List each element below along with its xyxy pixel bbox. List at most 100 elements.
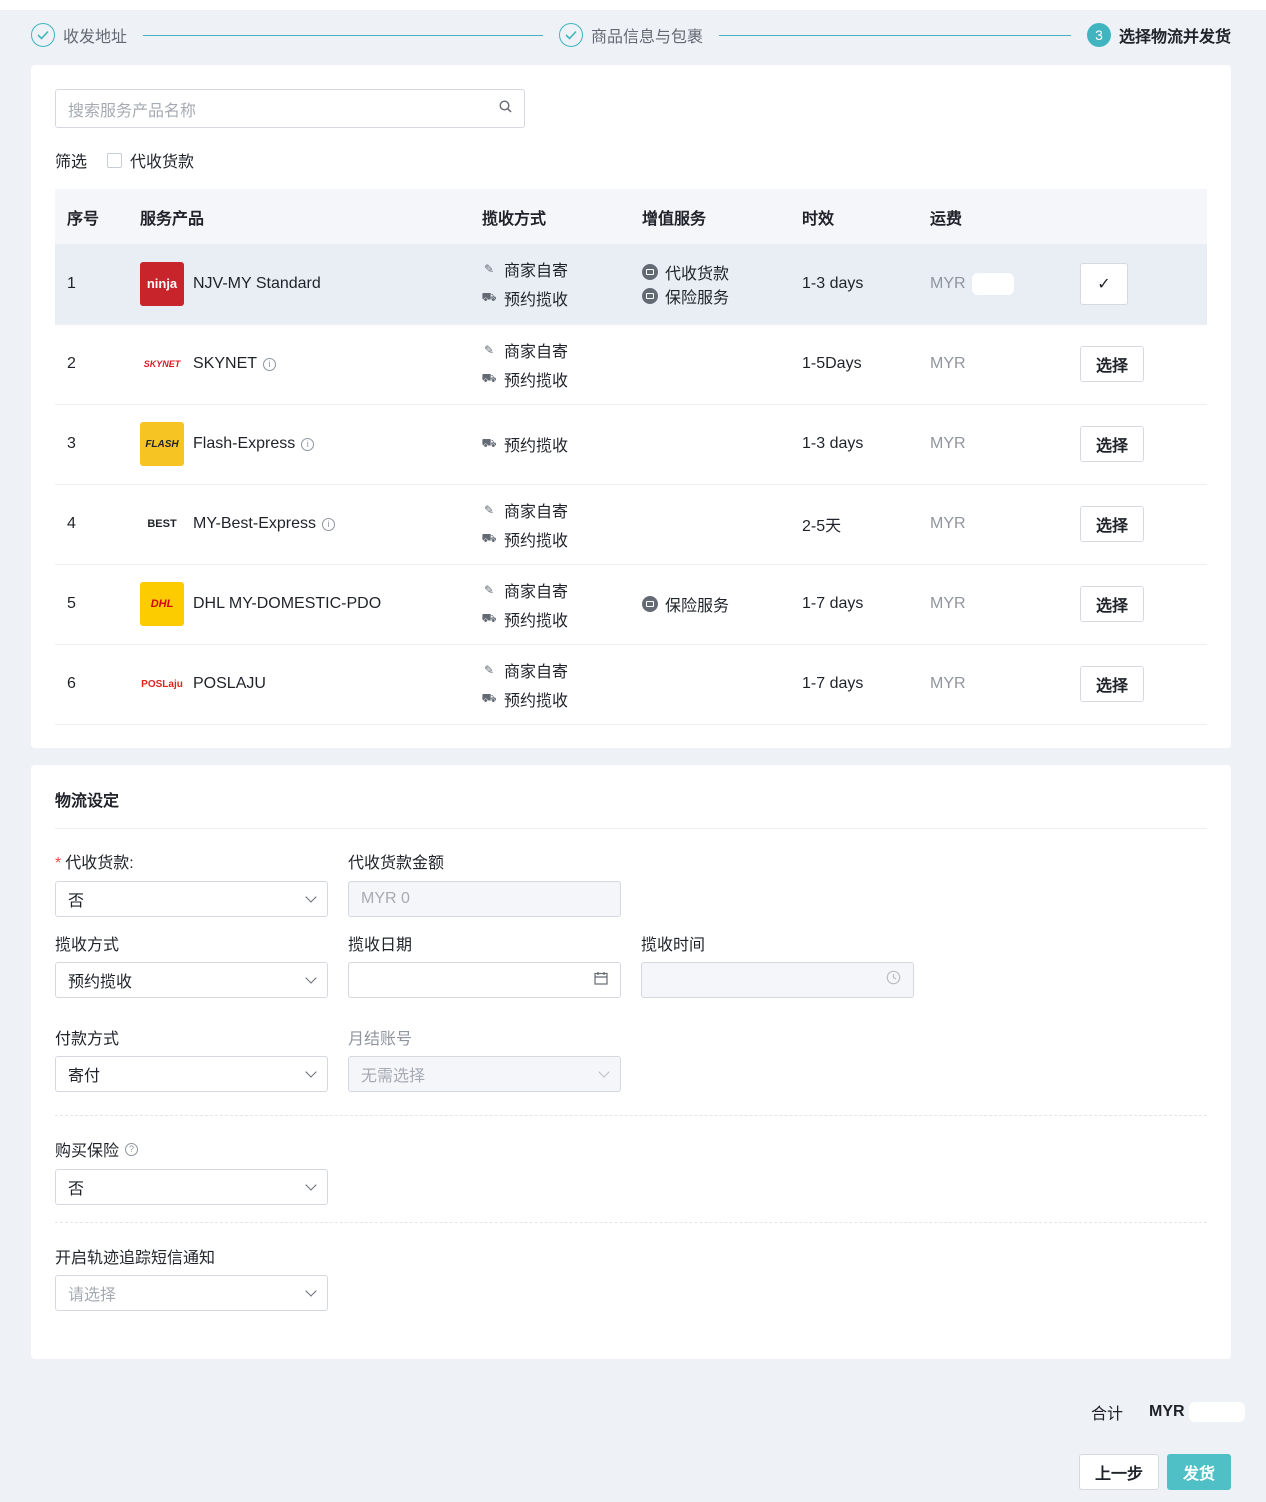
- calendar-icon[interactable]: [594, 971, 608, 990]
- monthly-account-label: 月结账号: [348, 1031, 413, 1048]
- table-row[interactable]: 4 BEST MY-Best-Express i ✎ 商家自寄 ⛟ 预约揽收 2-5天…: [55, 484, 1207, 565]
- logistics-settings-card: 物流设定 * 代收货款: 否 代收货款金额 MYR 0 揽收方式 预约揽收 揽收日…: [31, 765, 1231, 1359]
- fee-currency: MYR: [930, 274, 966, 292]
- row-index: 4: [55, 484, 140, 565]
- pickup-time-label: 揽收时间: [641, 937, 706, 954]
- info-icon[interactable]: i: [322, 517, 335, 531]
- select-button[interactable]: 选择: [1080, 346, 1144, 382]
- best-express-logo: BEST: [140, 502, 184, 546]
- insurance-value: 否: [68, 1181, 85, 1198]
- monthly-account-placeholder: 无需选择: [361, 1068, 426, 1085]
- service-label: 代收货款: [665, 265, 730, 283]
- info-icon[interactable]: i: [263, 357, 277, 371]
- payment-value: 寄付: [68, 1068, 101, 1085]
- step-number-badge: 3: [1087, 23, 1111, 47]
- selected-check-button[interactable]: ✓: [1080, 262, 1128, 305]
- sms-placeholder: 请选择: [68, 1287, 117, 1304]
- insurance-select[interactable]: 否: [55, 1169, 328, 1205]
- col-services: 增值服务: [642, 189, 802, 244]
- cod-filter-checkbox[interactable]: [107, 152, 123, 168]
- hand-icon: ✎: [483, 502, 495, 517]
- hand-icon: ✎: [483, 582, 495, 597]
- truck-icon: ⛟: [481, 370, 497, 385]
- help-icon[interactable]: ?: [125, 1142, 139, 1156]
- select-button[interactable]: 选择: [1080, 666, 1144, 702]
- pickup-time-picker[interactable]: [641, 962, 914, 998]
- check-circle-icon: [31, 23, 55, 47]
- top-strip: [0, 0, 1266, 10]
- pickup-method: 商家自寄: [504, 503, 569, 521]
- select-button[interactable]: 选择: [1080, 426, 1144, 462]
- select-button[interactable]: 选择: [1080, 506, 1144, 542]
- search-placeholder: 搜索服务产品名称: [68, 102, 197, 120]
- pickup-method-value: 预约揽收: [68, 974, 133, 991]
- payment-label: 付款方式: [55, 1031, 120, 1048]
- step-label: 选择物流并发货: [1119, 29, 1232, 46]
- total-label: 合计: [1091, 1406, 1124, 1423]
- delivery-time: 1-5Days: [802, 324, 930, 405]
- table-row[interactable]: 5 DHL DHL MY-DOMESTIC-PDO ✎ 商家自寄 ⛟ 预约揽收 保险: [55, 564, 1207, 645]
- service-product-card: 搜索服务产品名称 筛选 代收货款 序号 服务产品 揽收方式 增值服务 时效 运费…: [31, 65, 1231, 748]
- required-mark: *: [55, 855, 62, 872]
- product-name: MY-Best-Express: [193, 515, 316, 532]
- info-icon[interactable]: i: [301, 437, 315, 451]
- truck-icon: ⛟: [481, 530, 497, 545]
- table-row[interactable]: 2 SKYNET SKYNET i ✎ 商家自寄 ⛟ 预约揽收 1-5Days MYR: [55, 324, 1207, 405]
- col-product: 服务产品: [140, 189, 482, 244]
- cod-select[interactable]: 否: [55, 881, 328, 917]
- col-index: 序号: [55, 189, 140, 244]
- fee-currency: MYR: [930, 675, 966, 692]
- pickup-date-label: 揽收日期: [348, 937, 413, 954]
- divider: [55, 1115, 1207, 1116]
- payment-select[interactable]: 寄付: [55, 1056, 328, 1092]
- flash-logo: FLASH: [140, 422, 184, 466]
- previous-step-button[interactable]: 上一步: [1079, 1454, 1159, 1490]
- sms-label: 开启轨迹追踪短信通知: [55, 1250, 216, 1267]
- fee-currency: MYR: [930, 435, 966, 452]
- search-icon[interactable]: [499, 99, 512, 118]
- search-input[interactable]: 搜索服务产品名称: [55, 89, 525, 128]
- step-connector: [143, 35, 543, 36]
- pickup-method-select[interactable]: 预约揽收: [55, 962, 328, 998]
- step-label: 商品信息与包裹: [591, 29, 704, 46]
- row-index: 3: [55, 404, 140, 485]
- select-button[interactable]: 选择: [1080, 586, 1144, 622]
- step-logistics: 3 选择物流并发货: [1087, 22, 1231, 48]
- pickup-method: 商家自寄: [504, 663, 569, 681]
- truck-icon: ⛟: [481, 610, 497, 625]
- stepper: 收发地址 商品信息与包裹 3 选择物流并发货: [31, 22, 1231, 50]
- filter-label: 筛选: [55, 154, 88, 171]
- pickup-method: 预约揽收: [504, 612, 569, 630]
- row-index: 5: [55, 564, 140, 645]
- table-row[interactable]: 1 ninja NJV-MY Standard ✎ 商家自寄 ⛟ 预约揽收 代收货款: [55, 244, 1207, 325]
- row-index: 6: [55, 644, 140, 725]
- cod-amount-input: MYR 0: [348, 881, 621, 917]
- insurance-service-icon: [642, 287, 658, 304]
- insurance-label: 购买保险?: [55, 1137, 139, 1161]
- cod-filter-label[interactable]: 代收货款: [130, 148, 194, 172]
- truck-icon: ⛟: [481, 690, 497, 705]
- col-action: [1080, 189, 1207, 244]
- fee-currency: MYR: [930, 355, 966, 372]
- pickup-date-picker[interactable]: [348, 962, 621, 998]
- cod-amount-value: MYR 0: [361, 890, 410, 907]
- pickup-method: 预约揽收: [504, 438, 569, 455]
- product-name: NJV-MY Standard: [193, 274, 321, 292]
- monthly-account-select: 无需选择: [348, 1056, 621, 1092]
- table-row[interactable]: 3 FLASH Flash-Express i ⛟ 预约揽收 1-3 days MY…: [55, 404, 1207, 485]
- product-name: Flash-Express: [193, 435, 296, 452]
- chevron-down-icon: [305, 1066, 317, 1078]
- table-row[interactable]: 6 POSLaju POSLAJU ✎ 商家自寄 ⛟ 预约揽收 1-7 days M…: [55, 644, 1207, 725]
- sms-select[interactable]: 请选择: [55, 1275, 328, 1311]
- step-label: 收发地址: [63, 29, 128, 46]
- chevron-down-icon: [305, 891, 317, 903]
- hand-icon: ✎: [483, 262, 495, 277]
- dhl-logo: DHL: [140, 582, 184, 626]
- fee-currency: MYR: [930, 595, 966, 612]
- divider: [55, 1222, 1207, 1223]
- pickup-method: 商家自寄: [504, 343, 569, 361]
- pickup-method: 商家自寄: [504, 263, 569, 281]
- ship-button[interactable]: 发货: [1167, 1454, 1231, 1490]
- service-label: 保险服务: [665, 289, 730, 307]
- delivery-time: 1-7 days: [802, 564, 930, 645]
